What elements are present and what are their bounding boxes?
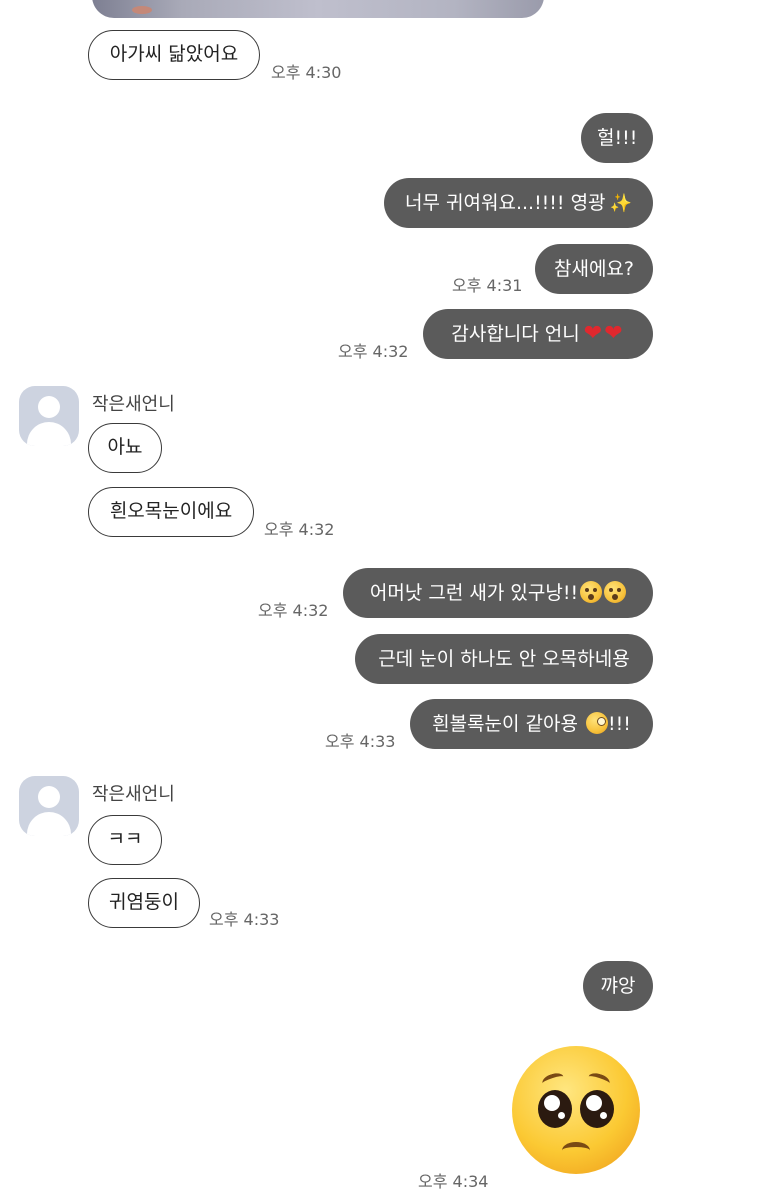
message-text: 아뇨 [107,436,143,458]
message-time: 오후 4:31 [452,276,523,295]
message-bubble-outgoing[interactable]: 근데 눈이 하나도 안 오목하네용 [355,634,653,684]
emoji-brow [540,1070,566,1090]
contact-avatar[interactable] [19,386,79,446]
chat-screen: 아가씨 닮았어요 오후 4:30 헐!!! 너무 귀여워요...!!!! 영광 ✨… [0,0,757,1200]
message-time: 오후 4:32 [258,601,329,620]
face-with-monocle-icon [586,712,609,734]
avatar-placeholder-icon [38,396,60,418]
message-suffix: !!! [608,713,631,735]
emoji-brow [586,1070,612,1090]
message-text: ㅋㅋ [107,828,143,850]
message-text: 흰오목눈이에요 [109,500,233,522]
message-bubble-incoming[interactable]: ㅋㅋ [88,815,162,865]
message-text: 아가씨 닮았어요 [109,43,239,65]
emoji-eye [580,1090,614,1128]
message-time: 오후 4:33 [209,910,280,929]
message-time: 오후 4:32 [264,520,335,539]
message-text: 참새에요? [553,258,634,280]
pleading-face-icon[interactable] [512,1046,640,1174]
message-time: 오후 4:34 [418,1172,489,1191]
message-bubble-outgoing[interactable]: 참새에요? [535,244,653,294]
emoji-eye [538,1090,572,1128]
message-bubble-incoming[interactable]: 아가씨 닮았어요 [88,30,260,80]
message-bubble-outgoing[interactable]: 너무 귀여워요...!!!! 영광 ✨ [384,178,653,228]
sender-name: 작은새언니 [92,394,175,415]
message-text: 귀염둥이 [109,891,179,913]
message-time: 오후 4:30 [271,63,342,82]
red-heart-icon: ❤❤ [583,321,625,346]
message-bubble-incoming[interactable]: 아뇨 [88,423,162,473]
avatar-placeholder-body [27,422,71,446]
message-text: 헐!!! [597,127,638,149]
sparkles-icon: ✨ [609,193,632,214]
message-text: 근데 눈이 하나도 안 오목하네용 [378,648,630,670]
message-bubble-outgoing[interactable]: 감사합니다 언니 ❤❤ [423,309,653,359]
message-text: 꺄앙 [600,975,636,997]
emoji-mouth [562,1142,590,1159]
message-text: 흰볼록눈이 같아용 [432,713,578,735]
message-text: 너무 귀여워요...!!!! 영광 [405,192,606,214]
avatar-placeholder-icon [38,786,60,808]
hushed-face-icon [580,581,603,603]
message-bubble-outgoing[interactable]: 흰볼록눈이 같아용 !!! [410,699,653,749]
sender-name: 작은새언니 [92,784,175,805]
message-text: 감사합니다 언니 [451,323,580,345]
message-bubble-incoming[interactable]: 귀염둥이 [88,878,200,928]
message-bubble-outgoing[interactable]: 꺄앙 [583,961,653,1011]
message-bubble-incoming[interactable]: 흰오목눈이에요 [88,487,254,537]
message-bubble-outgoing[interactable]: 헐!!! [581,113,653,163]
message-text: 어머낫 그런 새가 있구낭!! [369,582,579,604]
message-time: 오후 4:33 [325,732,396,751]
message-bubble-outgoing[interactable]: 어머낫 그런 새가 있구낭!! [343,568,653,618]
contact-avatar[interactable] [19,776,79,836]
hushed-face-icon [604,581,627,603]
shared-photo[interactable] [92,0,544,18]
message-time: 오후 4:32 [338,342,409,361]
avatar-placeholder-body [27,812,71,836]
